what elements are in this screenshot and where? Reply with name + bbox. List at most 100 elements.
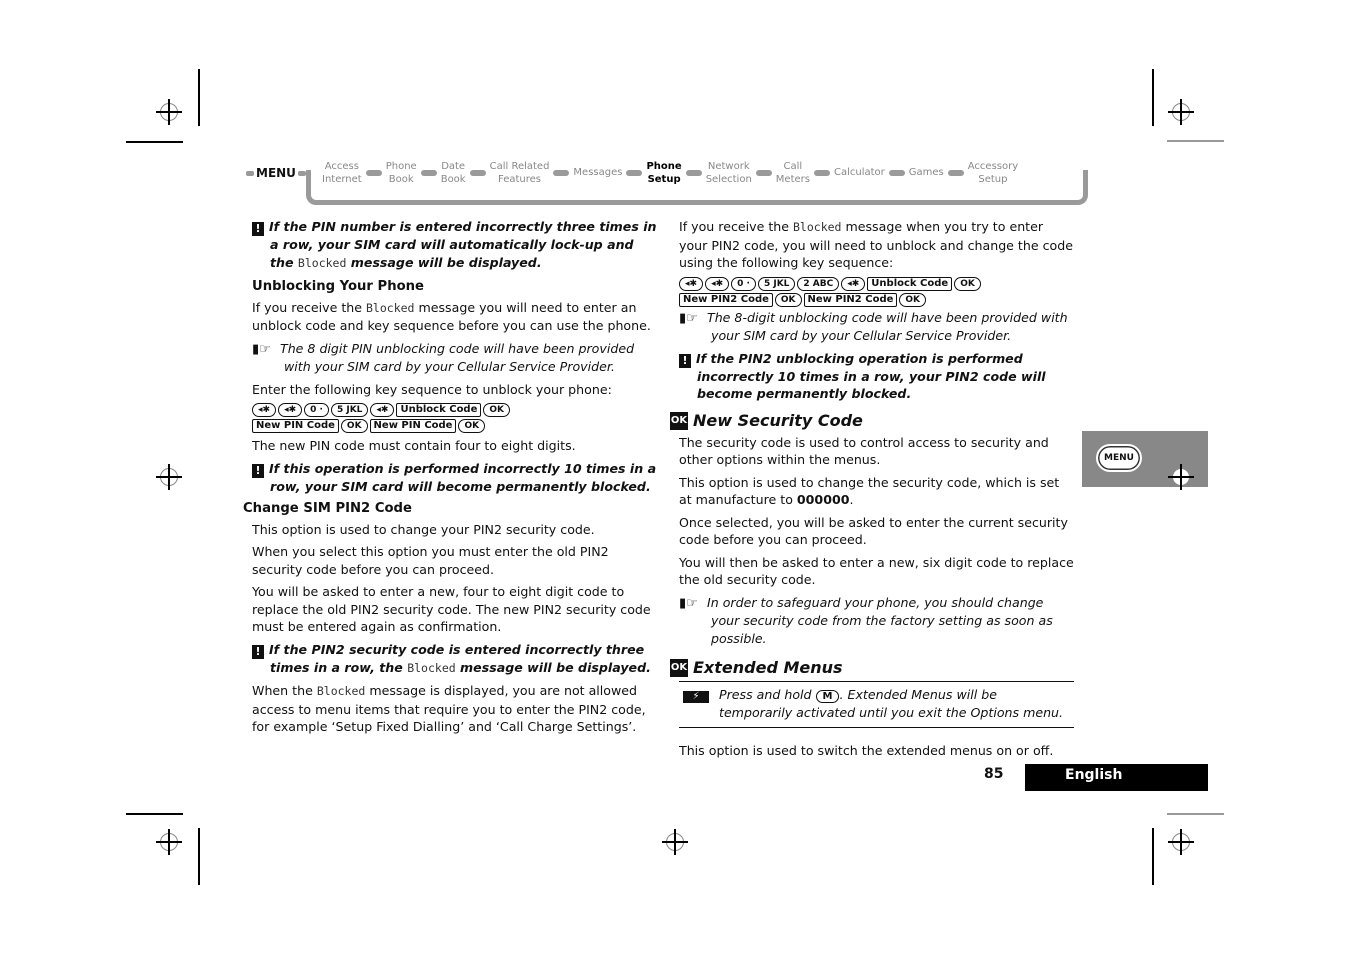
- softkey-unblock-code: Unblock Code: [396, 403, 482, 417]
- note: ▮☞ In order to safeguard your phone, you …: [679, 594, 1074, 648]
- lcd-blocked-text: Blocked: [407, 660, 456, 675]
- nav-item-line2: Book: [388, 174, 414, 185]
- nav-item: Network Selection: [702, 160, 756, 186]
- crop-mark: [198, 828, 200, 885]
- phone-key: 5 JKL: [757, 276, 796, 291]
- heading-change-pin2: Change SIM PIN2 Code: [243, 501, 412, 516]
- nav-item-line1: Call Related: [489, 161, 550, 172]
- ok-section-icon: OK: [670, 411, 688, 430]
- lcd-blocked-text: Blocked: [366, 300, 415, 315]
- nav-items: Access Internet Phone Book Date Book Call Rela…: [318, 160, 1022, 186]
- nav-separator: [420, 170, 437, 176]
- note-text: In order to safeguard your phone, you sh…: [707, 594, 1053, 646]
- warning-text: If this operation is performed incorrect…: [269, 460, 657, 494]
- language-bar: English: [1025, 764, 1208, 791]
- text: Press and hold: [719, 687, 816, 702]
- nav-item-line2: Book: [440, 174, 466, 185]
- crop-mark: [1152, 69, 1154, 126]
- page-number: 85: [984, 766, 1004, 782]
- ok-key: OK: [954, 276, 981, 291]
- nav-item: Call Related Features: [486, 160, 554, 186]
- paragraph: Enter the following key sequence to unbl…: [252, 381, 612, 397]
- paragraph: The security code is used to control acc…: [679, 434, 1049, 468]
- phone-key: 0 ·: [304, 403, 329, 417]
- registration-crosshair-icon: [1168, 829, 1194, 855]
- nav-separator: [469, 170, 486, 176]
- nav-item-line1: Phone: [385, 161, 417, 172]
- registration-crosshair-icon: [1168, 99, 1194, 125]
- warning-text: message will be displayed.: [455, 659, 651, 675]
- softkey-new-pin2-code: New PIN2 Code: [679, 292, 773, 307]
- nav-item: Phone Setup: [642, 160, 685, 186]
- nav-item-line2: Setup: [647, 174, 681, 185]
- nav-item-line1: Call: [783, 161, 803, 172]
- nav-item: Messages: [569, 160, 626, 186]
- warning-pin2-blocked: ! If the PIN2 security code is entered in…: [252, 641, 657, 678]
- text: If you receive the: [679, 219, 793, 234]
- phone-key: ◂✱: [278, 403, 303, 417]
- nav-separator: [947, 170, 964, 176]
- softkey-unblock-code: Unblock Code: [867, 276, 953, 291]
- softkey-new-pin2-code: New PIN2 Code: [803, 292, 898, 307]
- lcd-blocked-text: Blocked: [793, 220, 842, 234]
- paragraph: If you receive the Blocked message you w…: [252, 299, 657, 335]
- nav-item-line1: Accessory: [967, 161, 1019, 172]
- nav-item-line1: Network: [707, 161, 750, 172]
- warning-pin2-permanent: ! If the PIN2 unblocking operation is per…: [679, 350, 1074, 403]
- ok-section-icon: OK: [670, 659, 688, 677]
- warning-pin-lockup: ! If the PIN number is entered incorrectl…: [252, 218, 657, 272]
- crop-mark: [1167, 813, 1224, 815]
- paragraph: When the Blocked message is displayed, y…: [252, 682, 657, 736]
- m-key: M: [815, 690, 840, 703]
- note: ▮☞ The 8-digit unblocking code will have …: [679, 309, 1074, 345]
- lcd-blocked-text: Blocked: [316, 684, 366, 698]
- registration-crosshair-icon: [156, 464, 182, 490]
- ok-key: OK: [458, 419, 486, 433]
- left-column: ! If the PIN number is entered incorrectl…: [243, 218, 657, 741]
- menu-navigation-bar: MENU Access Internet Phone Book Date Book Call…: [244, 158, 1088, 206]
- phone-key: 0 ·: [731, 276, 756, 291]
- nav-item-line2: Internet: [322, 174, 362, 185]
- note-text: The 8 digit PIN unblocking code will hav…: [280, 340, 635, 375]
- ok-key: OK: [774, 292, 802, 307]
- registration-crosshair-icon: [662, 829, 688, 855]
- nav-separator: [813, 170, 830, 176]
- key-sequence: New PIN Code OK New PIN Code OK: [252, 419, 657, 433]
- paragraph: This option is used to change your PIN2 …: [252, 521, 595, 537]
- note-text: The 8-digit unblocking code will have be…: [707, 309, 1068, 344]
- text: If you receive the: [252, 299, 366, 315]
- phone-key: ◂✱: [370, 403, 395, 417]
- paragraph: This option is used to switch the extend…: [679, 743, 1054, 758]
- paragraph: Once selected, you will be asked to ente…: [679, 514, 1068, 548]
- nav-menu-text: MENU: [256, 166, 296, 180]
- nav-item-line1: Date: [441, 161, 466, 172]
- pointing-hand-note-icon: ▮☞: [252, 341, 271, 357]
- nav-menu-label: MENU: [244, 166, 308, 180]
- text: .: [849, 492, 854, 507]
- phone-key: ◂✱: [252, 403, 277, 417]
- right-column: If you receive the Blocked message when …: [670, 218, 1074, 765]
- heading-unblocking: Unblocking Your Phone: [252, 279, 424, 294]
- pointing-hand-note-icon: ▮☞: [679, 595, 698, 611]
- text: This option is used to change the securi…: [679, 474, 1060, 508]
- crop-mark: [1167, 140, 1224, 142]
- phone-key: ◂✱: [705, 276, 730, 291]
- paragraph: If you receive the Blocked message when …: [679, 218, 1074, 272]
- heading-new-security-code: OK New Security Code: [670, 411, 1074, 430]
- nav-separator: [685, 170, 702, 176]
- shortcut-lightning-icon: ⚡: [683, 691, 709, 703]
- ok-key: OK: [899, 292, 927, 307]
- ok-key: OK: [483, 403, 510, 417]
- nav-separator: [365, 170, 382, 176]
- warning-sim-blocked: ! If this operation is performed incorrec…: [252, 460, 657, 496]
- nav-separator: [553, 170, 570, 176]
- phone-key: ◂✱: [841, 276, 866, 291]
- heading-extended-menus: OK Extended Menus: [670, 659, 1074, 677]
- key-sequence: ◂✱ ◂✱ 0 · 5 JKL ◂✱ Unblock Code OK: [252, 403, 657, 417]
- heading-text: Extended Menus: [693, 658, 843, 678]
- ok-key: OK: [340, 419, 368, 433]
- menu-button-icon: MENU: [1096, 444, 1142, 472]
- nav-item: Phone Book: [382, 160, 421, 186]
- crop-mark: [1152, 828, 1154, 885]
- nav-item: Accessory Setup: [964, 160, 1022, 186]
